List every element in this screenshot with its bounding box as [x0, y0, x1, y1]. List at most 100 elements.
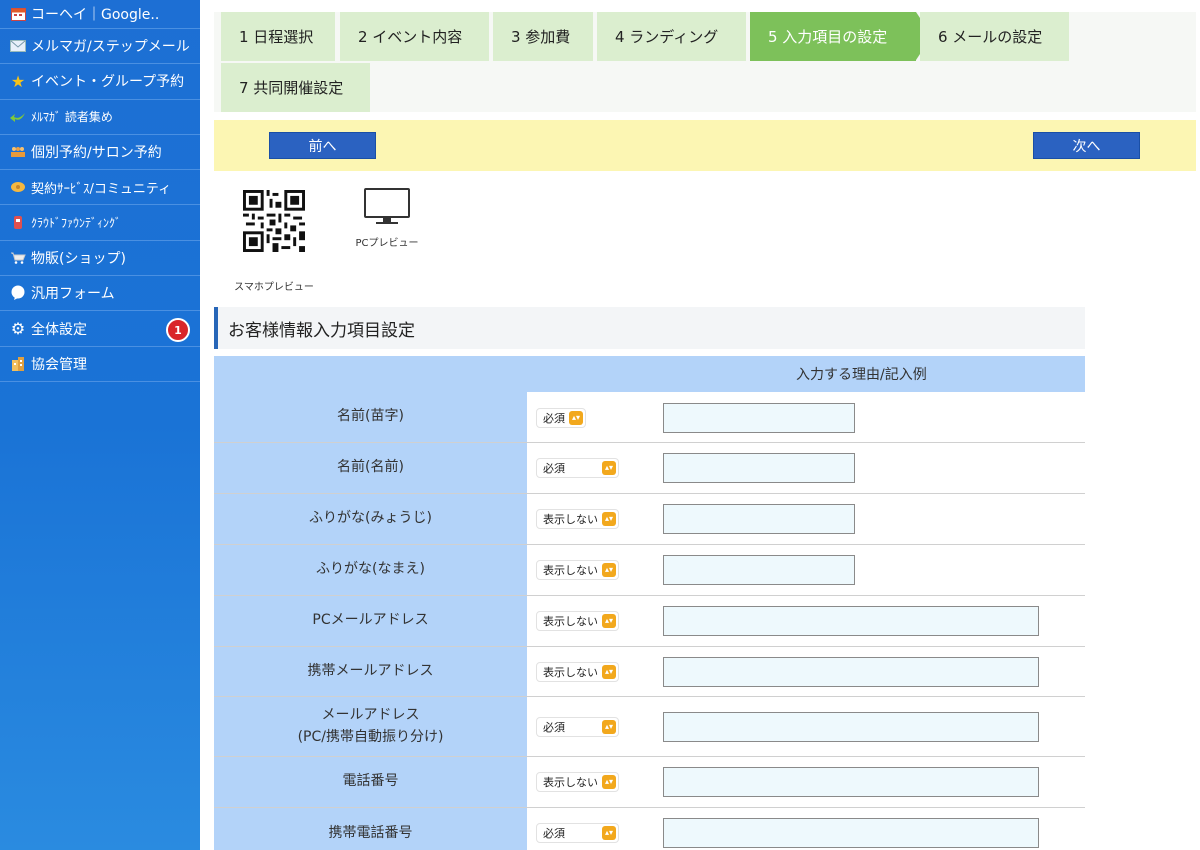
- mobile-preview[interactable]: スマホプレビュー: [224, 188, 324, 293]
- arrow-icon: [10, 109, 26, 125]
- tab-schedule[interactable]: 1 日程選択: [221, 12, 335, 61]
- mobile-preview-label: スマホプレビュー: [234, 282, 314, 293]
- qr-code-icon: [243, 190, 305, 252]
- chevron-updown-icon: ▴▾: [602, 775, 616, 789]
- table-row: 名前(苗字) 必須 ▴▾: [214, 392, 1085, 443]
- tab-mail[interactable]: 6 メールの設定: [920, 12, 1069, 61]
- customer-fields-table: 入力する理由/記入例 名前(苗字) 必須 ▴▾ 名前(名前) 必須 ▴▾ ふりがな(…: [214, 356, 1085, 850]
- table-row: 携帯電話番号 必須 ▴▾: [214, 808, 1085, 850]
- community-icon: [10, 179, 26, 195]
- reason-input[interactable]: [663, 504, 855, 534]
- chevron-updown-icon: ▴▾: [602, 665, 616, 679]
- required-select[interactable]: 必須 ▴▾: [536, 458, 619, 478]
- sidebar-item-account[interactable]: コーヘイ｜Google..: [0, 0, 200, 29]
- field-label: 名前(苗字): [214, 392, 527, 442]
- field-label: ふりがな(みょうじ): [214, 494, 527, 544]
- required-select[interactable]: 表示しない ▴▾: [536, 560, 619, 580]
- required-select[interactable]: 表示しない ▴▾: [536, 772, 619, 792]
- sidebar-item-shop[interactable]: 物販(ショップ): [0, 241, 200, 277]
- step-tabs: 1 日程選択 2 イベント内容 3 参加費 4 ランディング 5 入力項目の設定…: [214, 12, 1196, 112]
- prev-button[interactable]: 前へ: [269, 132, 376, 159]
- field-label: 電話番号: [214, 757, 527, 807]
- tab-input-fields[interactable]: 5 入力項目の設定: [750, 12, 916, 61]
- section-title: お客様情報入力項目設定: [214, 307, 1085, 349]
- sidebar-item-booking[interactable]: 個別予約/サロン予約: [0, 135, 200, 171]
- reason-input[interactable]: [663, 606, 1039, 636]
- sidebar-item-label: コーヘイ｜Google..: [31, 7, 160, 23]
- star-icon: ★: [10, 71, 26, 91]
- table-row: メールアドレス (PC/携帯自動振り分け) 必須 ▴▾: [214, 697, 1085, 757]
- required-select[interactable]: 必須 ▴▾: [536, 408, 586, 428]
- tab-event-content[interactable]: 2 イベント内容: [340, 12, 489, 61]
- bubble-icon: [10, 285, 26, 301]
- chevron-updown-icon: ▴▾: [602, 461, 616, 475]
- table-row: ふりがな(なまえ) 表示しない ▴▾: [214, 545, 1085, 596]
- sidebar-item-form[interactable]: 汎用フォーム: [0, 276, 200, 312]
- chevron-updown-icon: ▴▾: [602, 826, 616, 840]
- sidebar-item-association[interactable]: 協会管理: [0, 347, 200, 382]
- reason-input[interactable]: [663, 453, 855, 483]
- chevron-updown-icon: ▴▾: [602, 614, 616, 628]
- table-row: ふりがな(みょうじ) 表示しない ▴▾: [214, 494, 1085, 545]
- reason-input[interactable]: [663, 403, 855, 433]
- field-label: 携帯メールアドレス: [214, 647, 527, 696]
- sidebar-item-crowdfunding[interactable]: ｸﾗｳﾄﾞﾌｧｳﾝﾃﾞｨﾝｸﾞ: [0, 205, 200, 241]
- sidebar-item-label: 全体設定: [31, 321, 87, 338]
- sidebar-item-label: メルマガ/ステップメール: [31, 39, 190, 56]
- cart-icon: [10, 250, 26, 266]
- building-icon: [10, 356, 26, 372]
- pc-preview[interactable]: PCプレビュー: [347, 188, 427, 249]
- sidebar-item-label: 物販(ショップ): [31, 250, 126, 267]
- reason-input[interactable]: [663, 712, 1039, 742]
- table-row: 電話番号 表示しない ▴▾: [214, 757, 1085, 808]
- field-label: ふりがな(なまえ): [214, 545, 527, 595]
- required-select[interactable]: 必須 ▴▾: [536, 717, 619, 737]
- chevron-updown-icon: ▴▾: [569, 411, 583, 425]
- reason-column-header: 入力する理由/記入例: [796, 367, 927, 383]
- field-label: メールアドレス (PC/携帯自動振り分け): [214, 697, 527, 756]
- mail-icon: [10, 38, 26, 54]
- sidebar-item-mailmag[interactable]: メルマガ/ステップメール: [0, 29, 200, 65]
- required-select[interactable]: 表示しない ▴▾: [536, 662, 619, 682]
- sidebar-item-label: イベント・グループ予約: [31, 74, 185, 91]
- tab-landing[interactable]: 4 ランディング: [597, 12, 746, 61]
- sidebar-item-label: 契約ｻｰﾋﾞｽ/コミュニティ: [31, 181, 172, 197]
- calendar-icon: [10, 6, 26, 22]
- sidebar-item-label: 個別予約/サロン予約: [31, 145, 162, 162]
- crowdfunding-icon: [10, 215, 26, 231]
- sidebar-item-readers[interactable]: ﾒﾙﾏｶﾞ 読者集め: [0, 100, 200, 135]
- notification-badge: 1: [166, 318, 190, 343]
- nav-bar: 前へ 次へ: [214, 120, 1196, 171]
- field-label: 名前(名前): [214, 443, 527, 493]
- required-select[interactable]: 表示しない ▴▾: [536, 509, 619, 529]
- reason-input[interactable]: [663, 818, 1039, 848]
- gear-icon: ⚙: [10, 319, 26, 339]
- sidebar-item-settings[interactable]: ⚙ 全体設定 1: [0, 311, 200, 347]
- sidebar-item-label: 汎用フォーム: [31, 286, 115, 303]
- sidebar-item-label: 協会管理: [31, 356, 87, 373]
- chevron-updown-icon: ▴▾: [602, 720, 616, 734]
- table-header: 入力する理由/記入例: [214, 356, 1085, 392]
- field-label: 携帯電話番号: [214, 808, 527, 850]
- tab-co-host[interactable]: 7 共同開催設定: [221, 63, 370, 112]
- tab-fee[interactable]: 3 参加費: [493, 12, 593, 61]
- required-select[interactable]: 表示しない ▴▾: [536, 611, 619, 631]
- sidebar-item-label: ｸﾗｳﾄﾞﾌｧｳﾝﾃﾞｨﾝｸﾞ: [31, 216, 122, 231]
- chevron-updown-icon: ▴▾: [602, 512, 616, 526]
- monitor-icon: [364, 188, 410, 224]
- sidebar-item-label: ﾒﾙﾏｶﾞ 読者集め: [31, 110, 113, 125]
- chevron-updown-icon: ▴▾: [602, 563, 616, 577]
- table-row: PCメールアドレス 表示しない ▴▾: [214, 596, 1085, 647]
- field-label: PCメールアドレス: [214, 596, 527, 646]
- pc-preview-label: PCプレビュー: [355, 238, 419, 249]
- table-row: 名前(名前) 必須 ▴▾: [214, 443, 1085, 494]
- reason-input[interactable]: [663, 555, 855, 585]
- sidebar-item-contract[interactable]: 契約ｻｰﾋﾞｽ/コミュニティ: [0, 170, 200, 206]
- table-row: 携帯メールアドレス 表示しない ▴▾: [214, 647, 1085, 697]
- next-button[interactable]: 次へ: [1033, 132, 1140, 159]
- sidebar-item-event[interactable]: ★ イベント・グループ予約: [0, 64, 200, 100]
- reason-input[interactable]: [663, 657, 1039, 687]
- reason-input[interactable]: [663, 767, 1039, 797]
- sidebar: コーヘイ｜Google.. メルマガ/ステップメール ★ イベント・グループ予約…: [0, 0, 200, 850]
- required-select[interactable]: 必須 ▴▾: [536, 823, 619, 843]
